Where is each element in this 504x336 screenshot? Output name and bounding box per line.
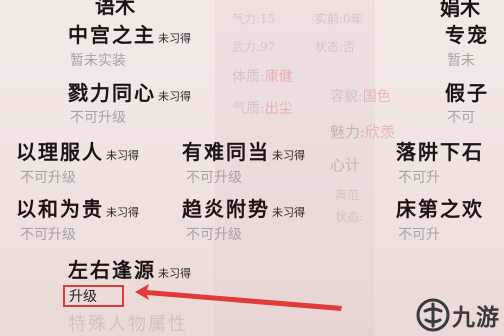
skill-right-chuangdizhihuan[interactable]: 床第之欢 [396, 193, 484, 222]
jiuyou-logo-icon [416, 298, 450, 332]
character-name-right: 娟木 [440, 0, 480, 20]
skill-right-zhuanchong-status: 暂未 [447, 52, 475, 68]
skill-right-jiazi-status: 不可 [447, 109, 475, 125]
skill-younantongdang-status: 不可升级 [186, 169, 242, 185]
skill-right-luoxiashi-status: 不可升 [398, 169, 440, 185]
skill-younantongdang[interactable]: 有难同当 未习得 [182, 136, 305, 165]
bg-stat-tizhi: 体质:康健 [232, 69, 293, 85]
bg-stat-rongmao: 容貌:国色 [330, 89, 391, 105]
skill-yiheweigui-status: 不可升级 [20, 226, 76, 242]
skill-zuoyoufengyuan[interactable]: 左右逢源 未习得 [68, 254, 191, 283]
bg-misc-2: 状态:否 [315, 40, 356, 54]
upgrade-button[interactable]: 升级 [63, 285, 124, 307]
red-arrow-annotation [135, 284, 342, 311]
skill-quyanfushi[interactable]: 趋炎附势 未习得 [182, 193, 305, 222]
bg-stat-meili: 魅力:欣羡 [330, 123, 396, 141]
skill-right-luoxiashi[interactable]: 落阱下石 [396, 136, 484, 165]
jiuyou-watermark: 九游 [416, 298, 500, 332]
skill-yilifuren[interactable]: 以理服人 未习得 [16, 136, 139, 165]
skill-lulitongxin-status: 不可升级 [70, 109, 126, 125]
character-name-left: 语木 [95, 0, 135, 18]
skill-right-zhuanchong[interactable]: 专宠 [445, 19, 489, 48]
skill-yiheweigui[interactable]: 以和为贵 未习得 [16, 193, 139, 222]
skill-quyanfushi-status: 不可升级 [186, 226, 242, 242]
skill-zhonggongzhizhu-status: 暂未实装 [70, 52, 126, 68]
bg-stat-xinji: 心计 [330, 156, 361, 174]
bg-stat-dianfan: 典范 [335, 188, 360, 202]
watermark-text: 九游 [452, 305, 500, 331]
bg-stat-qizhi: 气质:出尘 [232, 101, 293, 117]
skill-lulitongxin[interactable]: 戮力同心 未习得 [68, 77, 191, 106]
bg-misc-1: 实前:0年 [315, 12, 363, 26]
bg-stat-wuli: 武力:97 [232, 40, 276, 54]
skill-zhonggongzhizhu[interactable]: 中宫之主 未习得 [68, 19, 191, 48]
bg-stat-qili: 气力:15 [232, 12, 276, 26]
skill-yilifuren-status: 不可升级 [20, 169, 76, 185]
bg-stat-zhuangtai: 状态: [335, 210, 364, 224]
skill-right-chuangdizhihuan-status: 不可升 [398, 226, 440, 242]
skill-right-jiazi[interactable]: 假子 [445, 77, 489, 106]
